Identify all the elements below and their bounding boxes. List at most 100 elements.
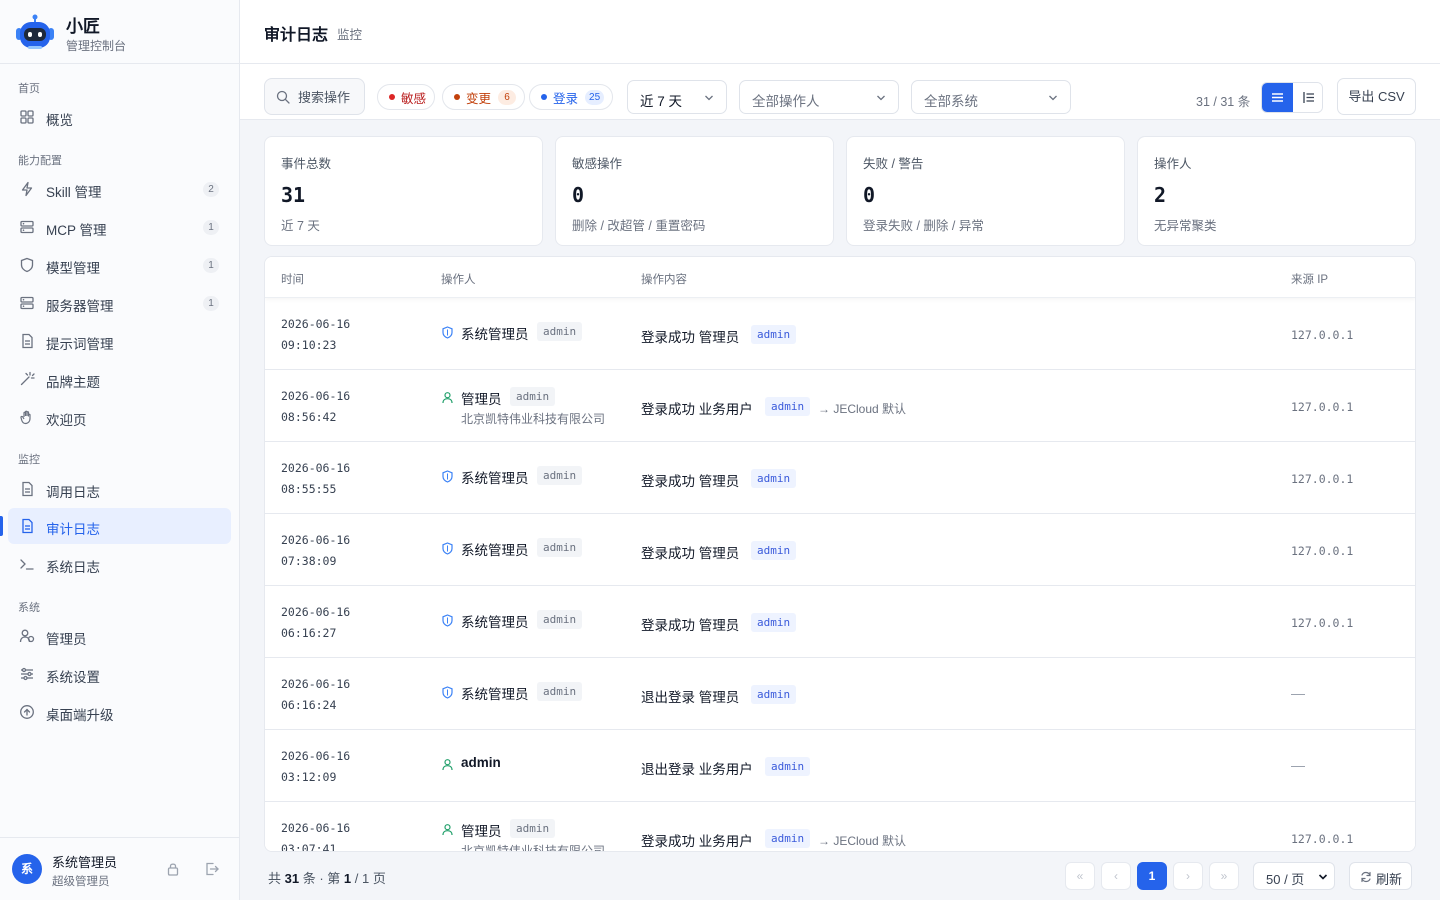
refresh-label: 刷新 xyxy=(1376,872,1403,887)
document-icon xyxy=(22,518,33,534)
sidebar-item-desktop-upgrade[interactable]: 桌面端升级 xyxy=(8,694,231,730)
stat-value: 31 xyxy=(281,183,306,207)
source-ip: 127.0.0.1 xyxy=(1291,328,1354,342)
operator-name[interactable]: 系统管理员 xyxy=(461,323,529,343)
timeline-view-button[interactable] xyxy=(1293,83,1322,112)
list-view-button[interactable] xyxy=(1262,83,1293,112)
operator-name[interactable]: 系统管理员 xyxy=(461,539,529,559)
stat-sub: 登录失败 / 删除 / 异常 xyxy=(863,219,984,233)
sidebar-item-count: 2 xyxy=(203,182,219,197)
summary-text: 条 · 第 xyxy=(302,871,341,886)
filter-chip-change[interactable]: 变更 6 xyxy=(442,84,526,110)
system-select[interactable]: 全部系统 xyxy=(911,80,1071,114)
first-page-button[interactable]: « xyxy=(1065,862,1095,890)
operator-name[interactable]: admin xyxy=(461,755,501,770)
next-page-button[interactable]: › xyxy=(1173,862,1203,890)
stat-sub: 无异常聚类 xyxy=(1154,219,1217,233)
content-tag: admin xyxy=(765,397,811,416)
change-dot-icon xyxy=(454,94,460,100)
table-row[interactable]: 2026-06-16 03:12:09 admin 退出登录 业务用户 admin xyxy=(265,730,1415,802)
operation-content: 登录成功 业务用户 xyxy=(641,402,753,417)
table-row[interactable]: 2026-06-16 06:16:27 系统管理员 admin 登录成功 管理员 admi… xyxy=(265,586,1415,658)
operator-name[interactable]: 管理员 xyxy=(461,388,502,408)
sidebar-item-call-logs[interactable]: 调用日志 xyxy=(8,471,231,507)
table-row[interactable]: 2026-06-16 03:07:41 管理员 admin 北京凯特伟业科技有限公司 登录… xyxy=(265,802,1415,851)
export-csv-button[interactable]: 导出 CSV xyxy=(1337,78,1416,115)
filter-chip-login[interactable]: 登录 25 xyxy=(529,84,614,110)
time-range-select[interactable]: 近 7 天 xyxy=(627,80,727,114)
row-date: 2026-06-16 xyxy=(281,605,351,619)
row-date: 2026-06-16 xyxy=(281,461,351,475)
chevron-down-icon xyxy=(877,95,885,101)
user-name: 系统管理员 xyxy=(52,855,118,870)
operator-badge: admin xyxy=(510,819,556,838)
sidebar-item-label: 概览 xyxy=(46,113,73,128)
operator-name[interactable]: 系统管理员 xyxy=(461,467,529,487)
result-count: 31 / 31 条 xyxy=(1196,95,1251,109)
refresh-icon xyxy=(1361,871,1371,883)
last-page-button[interactable]: » xyxy=(1209,862,1239,890)
sidebar-item-overview[interactable]: 概览 xyxy=(8,99,231,135)
total-count: 31 xyxy=(284,871,300,886)
sidebar-item-welcome[interactable]: 欢迎页 xyxy=(8,399,231,435)
nav-section-capability: 能力配置 xyxy=(18,155,62,167)
upgrade-icon xyxy=(20,705,34,719)
table-row[interactable]: 2026-06-16 07:38:09 系统管理员 admin 登录成功 管理员 admi… xyxy=(265,514,1415,586)
sidebar-item-admins[interactable]: 管理员 xyxy=(8,618,231,654)
chip-count: 25 xyxy=(585,89,605,105)
operator-select[interactable]: 全部操作人 xyxy=(739,80,899,114)
operator-name[interactable]: 管理员 xyxy=(461,820,502,840)
summary-text: 共 xyxy=(268,871,282,886)
search-input[interactable] xyxy=(298,88,362,106)
content-tag: admin xyxy=(751,541,797,560)
row-time: 06:16:24 xyxy=(281,698,337,712)
source-ip: 127.0.0.1 xyxy=(1291,544,1354,558)
sidebar-item-mcp[interactable]: MCP 管理 1 xyxy=(8,209,231,245)
sidebar-item-brand-theme[interactable]: 品牌主题 xyxy=(8,361,231,397)
sidebar-item-system-logs[interactable]: 系统日志 xyxy=(8,546,231,582)
filter-chip-sensitive[interactable]: 敏感 xyxy=(377,84,436,110)
sidebar-item-audit-logs[interactable]: 审计日志 xyxy=(8,508,231,544)
column-header-time: 时间 xyxy=(281,274,304,286)
lock-icon[interactable] xyxy=(165,861,181,877)
operator-badge: admin xyxy=(537,610,583,629)
row-date: 2026-06-16 xyxy=(281,317,351,331)
page-size-select[interactable]: 50 / 页 xyxy=(1253,862,1335,890)
shield-icon xyxy=(441,686,454,699)
sidebar-item-skill[interactable]: Skill 管理 2 xyxy=(8,171,231,207)
sidebar-item-label: 系统设置 xyxy=(46,670,100,685)
chip-label: 登录 xyxy=(553,91,579,106)
sidebar-item-prompts[interactable]: 提示词管理 xyxy=(8,323,231,359)
active-indicator xyxy=(0,516,3,536)
view-toggle xyxy=(1261,82,1323,113)
chip-label: 变更 xyxy=(466,91,492,106)
prev-page-button[interactable]: ‹ xyxy=(1101,862,1131,890)
table-header: 时间 操作人 操作内容 来源 IP xyxy=(265,257,1415,298)
select-value: 50 / 页 xyxy=(1266,872,1305,887)
operator-name[interactable]: 系统管理员 xyxy=(461,683,529,703)
row-date: 2026-06-16 xyxy=(281,749,351,763)
user-icon xyxy=(441,758,454,771)
chevron-down-icon xyxy=(1049,95,1057,101)
operator-badge: admin xyxy=(537,538,583,557)
refresh-button[interactable]: 刷新 xyxy=(1349,862,1412,890)
logout-icon[interactable] xyxy=(204,861,220,877)
table-row[interactable]: 2026-06-16 08:56:42 管理员 admin 北京凯特伟业科技有限公司 登录… xyxy=(265,370,1415,442)
page-button-1[interactable]: 1 xyxy=(1137,862,1167,890)
sidebar-item-label: 系统日志 xyxy=(46,560,100,575)
sidebar-item-servers[interactable]: 服务器管理 1 xyxy=(8,285,231,321)
users-icon xyxy=(19,629,35,643)
filter-bar: 敏感 变更 6 登录 25 近 7 天 全部操作人 全部系统 31 / 31 条… xyxy=(240,64,1440,120)
table-row[interactable]: 2026-06-16 09:10:23 系统管理员 admin 登录成功 管理员 admi… xyxy=(265,298,1415,370)
stat-card-operators: 操作人 2 无异常聚类 xyxy=(1137,136,1416,246)
brand-subtitle: 管理控制台 xyxy=(66,39,127,53)
operator-badge: admin xyxy=(537,466,583,485)
sidebar-item-models[interactable]: 模型管理 1 xyxy=(8,247,231,283)
sidebar-item-settings[interactable]: 系统设置 xyxy=(8,656,231,692)
stat-sub: 删除 / 改超管 / 重置密码 xyxy=(572,219,706,233)
document-icon xyxy=(22,481,33,497)
operator-name[interactable]: 系统管理员 xyxy=(461,611,529,631)
table-row[interactable]: 2026-06-16 06:16:24 系统管理员 admin 退出登录 管理员 admi… xyxy=(265,658,1415,730)
table-row[interactable]: 2026-06-16 08:55:55 系统管理员 admin 登录成功 管理员 admi… xyxy=(265,442,1415,514)
pagination-summary: 共 31 条 · 第 1 / 1 页 xyxy=(268,868,386,887)
